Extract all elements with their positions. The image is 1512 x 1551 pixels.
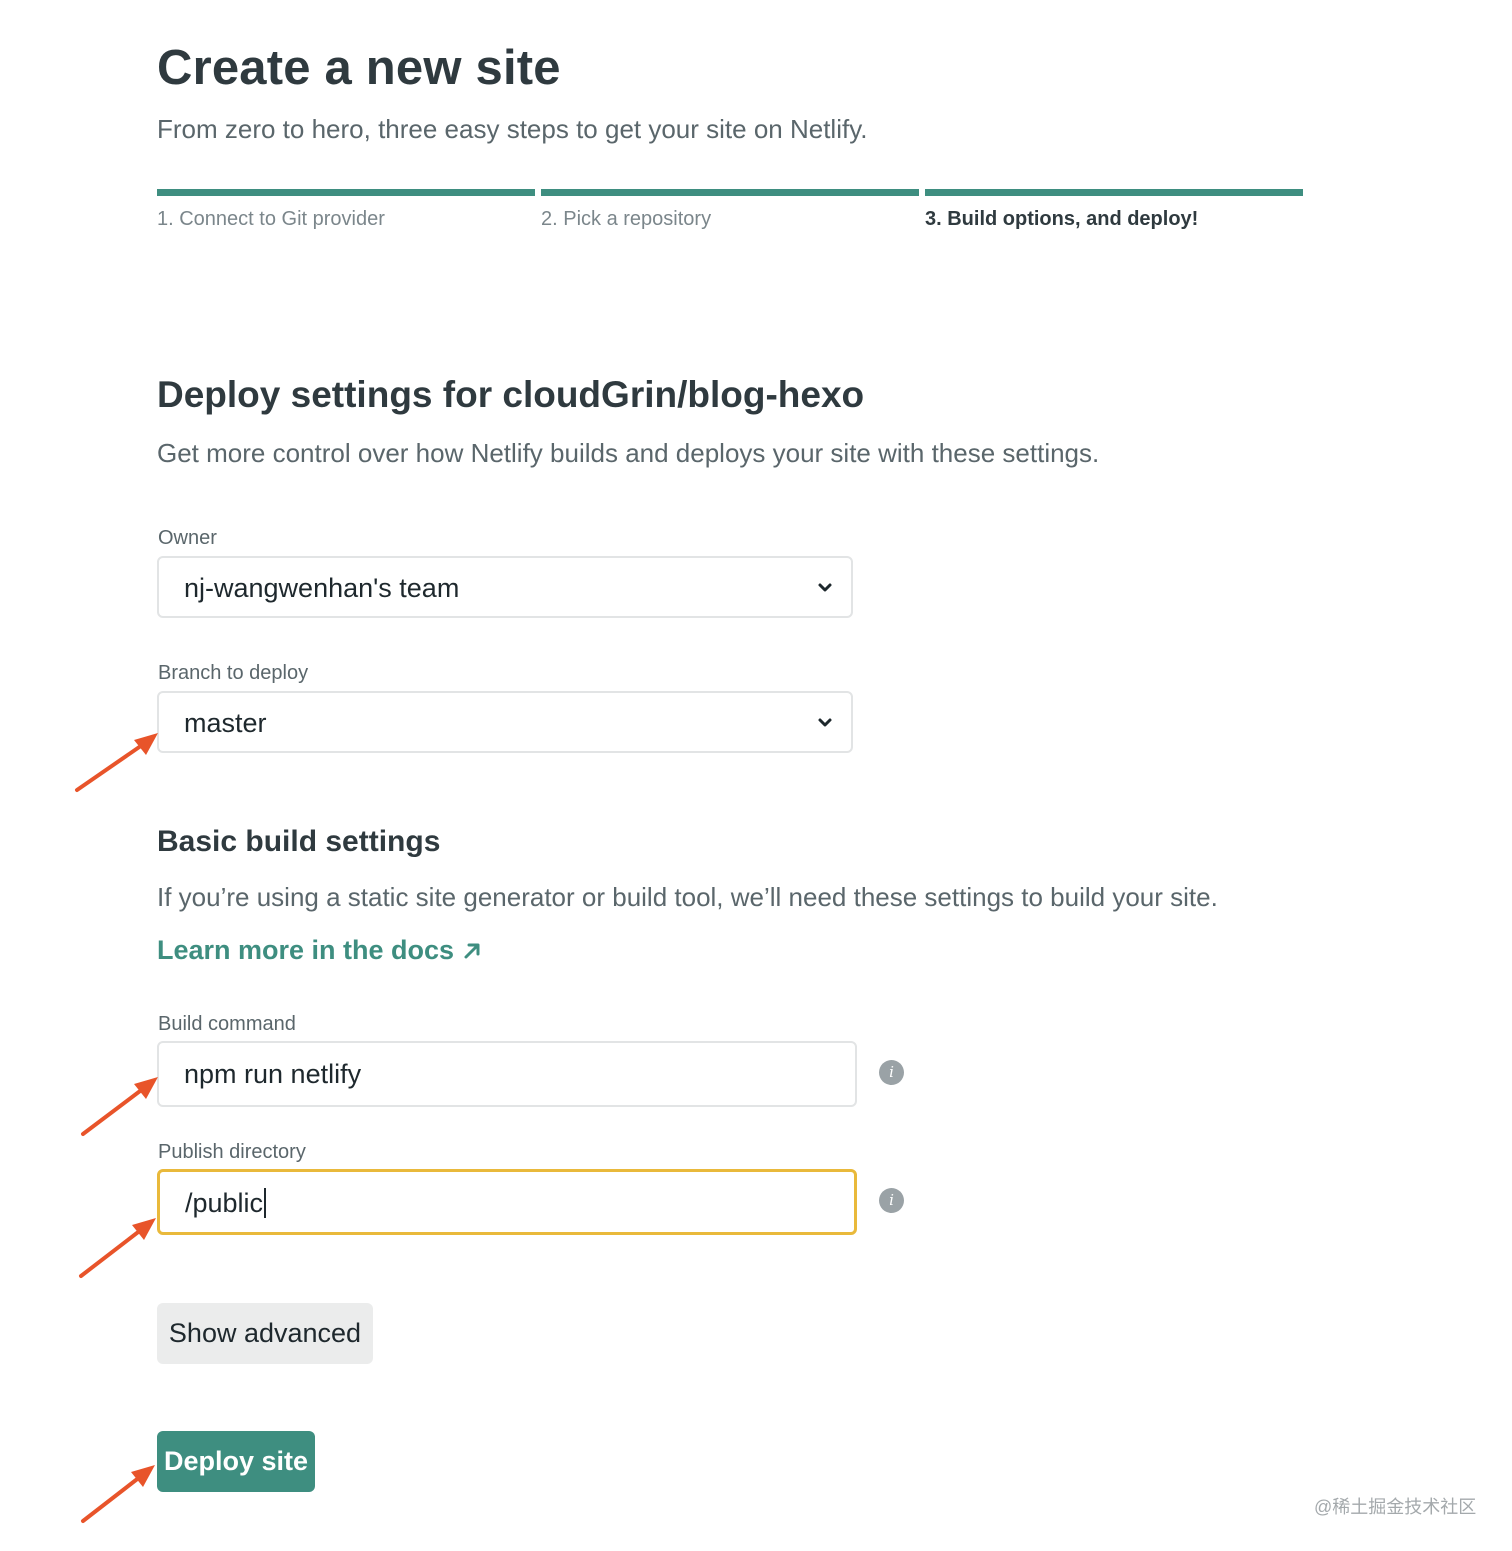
build-command-label: Build command bbox=[158, 1013, 296, 1035]
step-progress-bar bbox=[157, 189, 535, 196]
step-progress-bar bbox=[541, 189, 919, 196]
red-arrow-icon bbox=[75, 733, 158, 792]
chevron-down-icon bbox=[818, 718, 832, 727]
branch-select[interactable]: master bbox=[157, 691, 853, 753]
chevron-down-icon bbox=[818, 583, 832, 592]
branch-select-value: master bbox=[184, 708, 267, 738]
owner-label: Owner bbox=[158, 527, 217, 549]
publish-directory-value: /public bbox=[185, 1187, 267, 1220]
step-label: 2. Pick a repository bbox=[541, 208, 712, 230]
info-icon[interactable]: i bbox=[879, 1188, 904, 1213]
red-arrow-icon bbox=[81, 1077, 158, 1136]
owner-select[interactable]: nj-wangwenhan's team bbox=[157, 556, 853, 618]
basic-build-description: If you’re using a static site generator … bbox=[157, 882, 1218, 912]
step-connect-git: 1. Connect to Git provider bbox=[157, 189, 535, 231]
deploy-settings-description: Get more control over how Netlify builds… bbox=[157, 438, 1100, 468]
deploy-site-button[interactable]: Deploy site bbox=[157, 1431, 315, 1492]
red-arrow-icon bbox=[79, 1218, 156, 1278]
step-progress-bar bbox=[925, 189, 1303, 196]
watermark: @稀土掘金技术社区 bbox=[1314, 1497, 1477, 1517]
red-arrow-icon bbox=[81, 1465, 155, 1523]
page-title: Create a new site bbox=[157, 41, 561, 95]
deploy-settings-title: Deploy settings for cloudGrin/blog-hexo bbox=[157, 374, 865, 415]
publish-directory-text: /public bbox=[185, 1188, 264, 1218]
step-pick-repository: 2. Pick a repository bbox=[541, 189, 919, 231]
step-label: 3. Build options, and deploy! bbox=[925, 208, 1199, 230]
owner-select-value: nj-wangwenhan's team bbox=[184, 573, 460, 603]
publish-directory-input[interactable]: /public bbox=[157, 1169, 857, 1235]
show-advanced-button[interactable]: Show advanced bbox=[157, 1303, 373, 1364]
info-icon[interactable]: i bbox=[879, 1060, 904, 1085]
basic-build-title: Basic build settings bbox=[157, 825, 441, 858]
build-command-input[interactable]: npm run netlify bbox=[157, 1041, 857, 1107]
docs-link[interactable]: Learn more in the docs bbox=[157, 935, 482, 966]
text-caret bbox=[264, 1187, 267, 1218]
publish-directory-label: Publish directory bbox=[158, 1141, 306, 1163]
arrow-up-right-icon bbox=[464, 943, 480, 958]
page-subtitle: From zero to hero, three easy steps to g… bbox=[157, 114, 868, 144]
docs-link-label: Learn more in the docs bbox=[157, 935, 455, 965]
build-command-value: npm run netlify bbox=[184, 1059, 362, 1089]
branch-label: Branch to deploy bbox=[158, 662, 309, 684]
step-label: 1. Connect to Git provider bbox=[157, 208, 385, 230]
step-build-options: 3. Build options, and deploy! bbox=[925, 189, 1303, 231]
